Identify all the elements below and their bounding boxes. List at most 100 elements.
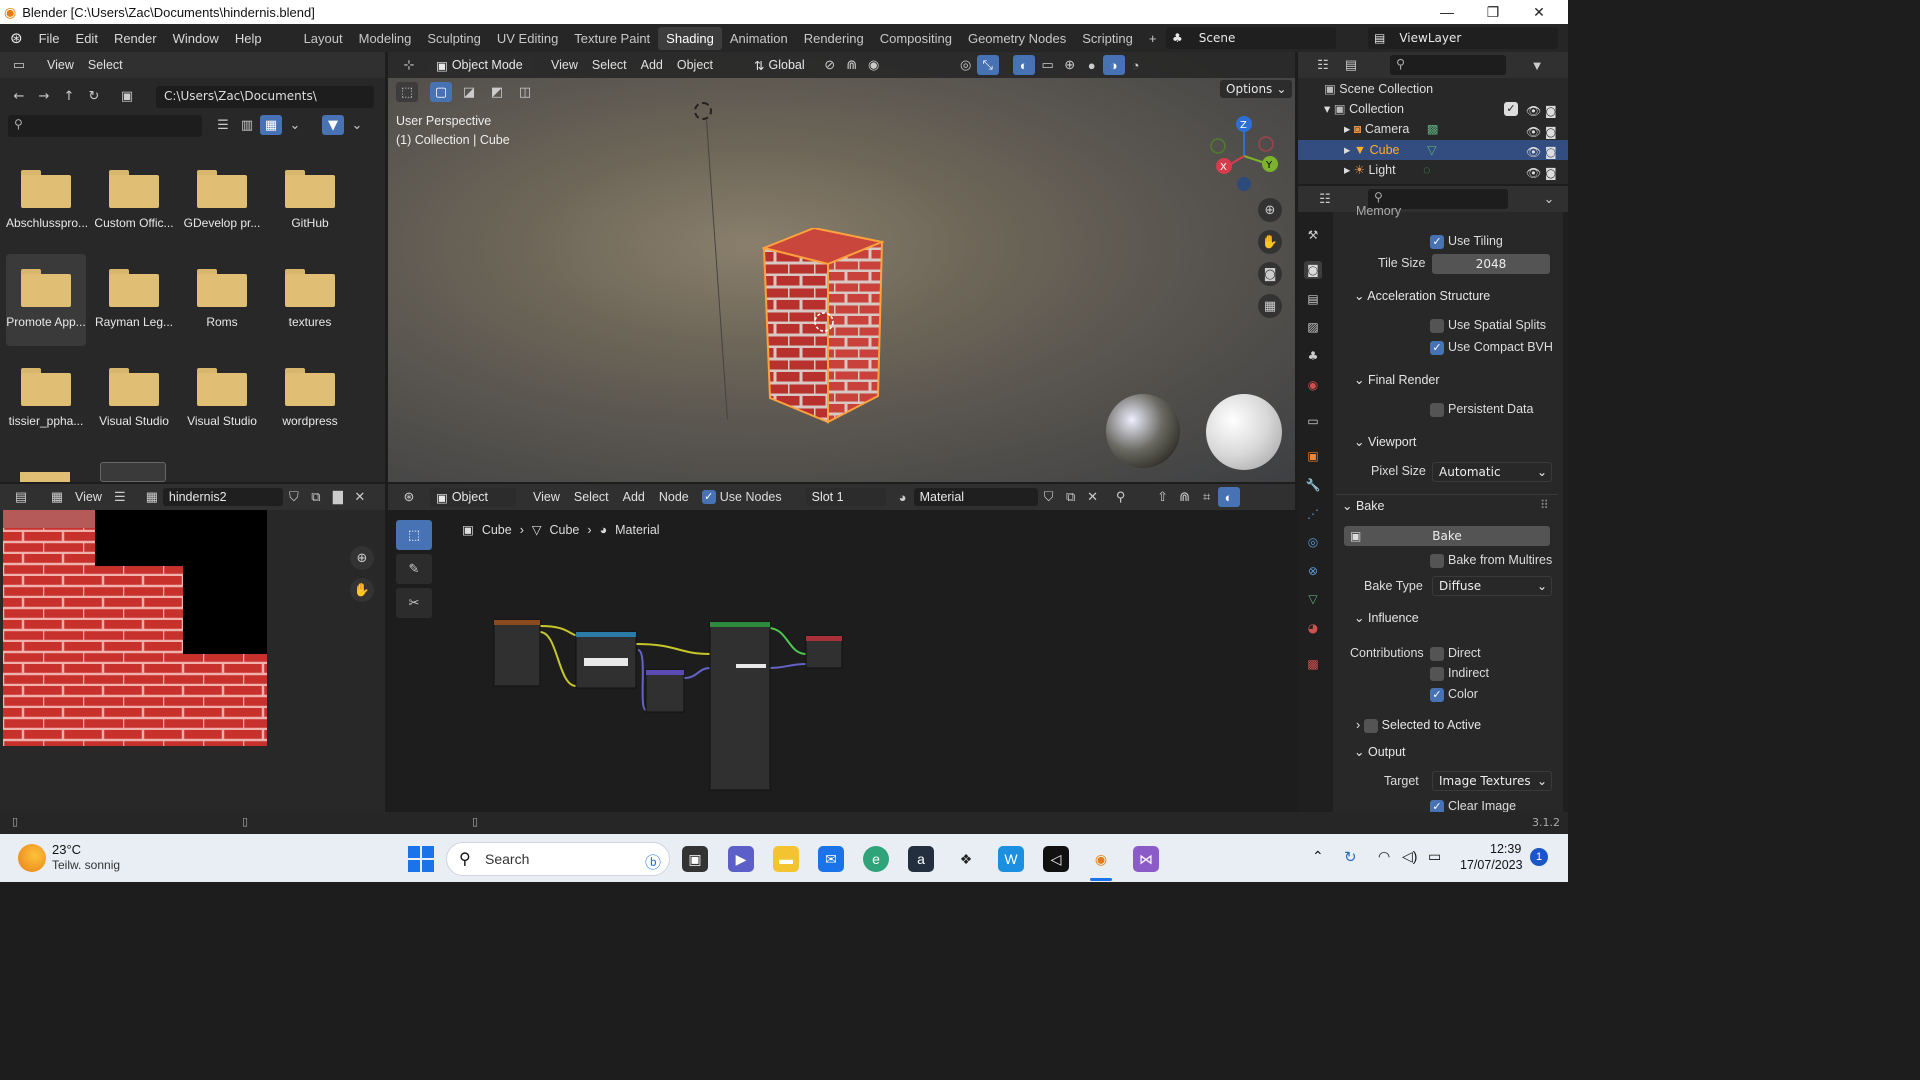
filter-icon[interactable]: ▼ bbox=[1526, 55, 1548, 75]
file-search-input[interactable]: ⚲ bbox=[8, 115, 202, 137]
folder-item[interactable]: Rayman Leg... bbox=[94, 269, 174, 329]
cube-object[interactable] bbox=[760, 226, 886, 424]
minimize-button[interactable]: — bbox=[1424, 0, 1470, 24]
baked-texture-image[interactable] bbox=[3, 510, 267, 746]
tab-layout[interactable]: Layout bbox=[296, 27, 351, 50]
back-arrow-icon[interactable]: ← bbox=[8, 86, 30, 106]
physics-tab-icon[interactable]: ◎ bbox=[1304, 533, 1322, 551]
outliner-search-input[interactable]: ⚲ bbox=[1390, 55, 1506, 75]
tab-animation[interactable]: Animation bbox=[722, 27, 796, 50]
shader-type-selector[interactable]: ▣ Object bbox=[430, 487, 516, 507]
outliner-row-light[interactable]: ▸ ☀ Light ◌ bbox=[1344, 162, 1431, 177]
target-dropdown[interactable]: Image Textures ⌄ bbox=[1432, 771, 1552, 791]
add-workspace-button[interactable]: + bbox=[1141, 27, 1165, 50]
folder-item[interactable]: textures bbox=[270, 269, 350, 329]
unlink-icon[interactable]: ✕ bbox=[1082, 487, 1104, 507]
snap-icon[interactable]: ⋒ bbox=[841, 55, 863, 75]
pixel-size-dropdown[interactable]: Automatic ⌄ bbox=[1432, 462, 1552, 482]
vp-menu-view[interactable]: View bbox=[544, 58, 585, 72]
modifier-tab-icon[interactable]: 🔧 bbox=[1304, 476, 1322, 494]
tab-shading[interactable]: Shading bbox=[658, 26, 722, 50]
eye-icon[interactable]: 👁 ◙ bbox=[1526, 122, 1557, 143]
snap-settings-icon[interactable]: ⌗ bbox=[1196, 487, 1218, 507]
annotate-tool-icon[interactable]: ✎ bbox=[396, 554, 432, 584]
duplicate-icon[interactable]: ⧉ bbox=[1060, 487, 1082, 507]
eye-icon[interactable]: 👁 ◙ bbox=[1526, 163, 1557, 184]
tab-compositing[interactable]: Compositing bbox=[872, 27, 960, 50]
select-tool-icon[interactable]: ⬚ bbox=[396, 82, 418, 102]
eye-icon[interactable]: 👁 ◙ bbox=[1526, 142, 1557, 163]
dropbox-icon[interactable]: ❖ bbox=[953, 846, 979, 872]
image-menu-view[interactable]: View bbox=[68, 490, 109, 504]
folder-item[interactable]: wordpress bbox=[270, 368, 350, 428]
proportional-edit-icon[interactable]: ◉ bbox=[863, 55, 885, 75]
editor-type-node-icon[interactable]: ⊛ bbox=[398, 487, 420, 507]
gizmo-toggle-icon[interactable]: ⤡ bbox=[976, 55, 999, 75]
outliner-row-scene-collection[interactable]: ▣ Scene Collection bbox=[1324, 81, 1433, 96]
menu-window[interactable]: Window bbox=[165, 31, 227, 46]
select-invert-icon[interactable]: ◫ bbox=[514, 82, 536, 102]
filter-icon[interactable]: ▼ bbox=[322, 115, 344, 135]
material-browse-icon[interactable]: ◕ bbox=[892, 487, 914, 507]
cut-links-tool-icon[interactable]: ✂ bbox=[396, 588, 432, 618]
zoom-icon[interactable]: ⊕ bbox=[350, 546, 374, 570]
overlay-toggle-icon[interactable]: ◐ bbox=[1217, 487, 1240, 507]
visibility-icon[interactable]: ◎ bbox=[955, 55, 977, 75]
file-explorer-icon[interactable]: ▬ bbox=[773, 846, 799, 872]
blender-menu-icon[interactable]: ⊛ bbox=[10, 29, 23, 47]
eye-icon[interactable]: 👁 ◙ bbox=[1526, 101, 1557, 122]
direct-checkbox[interactable]: Direct bbox=[1430, 646, 1652, 661]
bake-button[interactable]: ▣ Bake bbox=[1344, 526, 1550, 546]
folder-item[interactable]: Roms bbox=[182, 269, 262, 329]
pin-icon[interactable]: ⚲ bbox=[1110, 487, 1132, 507]
refresh-icon[interactable]: ↻ bbox=[83, 86, 105, 106]
xray-icon[interactable]: ▭ bbox=[1037, 55, 1059, 75]
bake-type-dropdown[interactable]: Diffuse ⌄ bbox=[1432, 576, 1552, 596]
parent-node-icon[interactable]: ⇧ bbox=[1152, 487, 1174, 507]
pivot-icon[interactable]: ⊘ bbox=[819, 55, 841, 75]
edge-icon[interactable]: e bbox=[863, 846, 889, 872]
open-image-icon[interactable]: ▇ bbox=[327, 487, 349, 507]
camera-view-icon[interactable]: ◙ bbox=[1258, 262, 1282, 286]
folder-item[interactable]: Custom Offic... bbox=[94, 170, 174, 230]
navigation-gizmo[interactable]: Z Y X bbox=[1210, 114, 1286, 194]
3d-viewport[interactable]: ⊹ ▣ Object Mode View Select Add Object ⇅… bbox=[388, 52, 1295, 482]
unlink-icon[interactable]: ✕ bbox=[349, 487, 371, 507]
display-mode-icon[interactable]: ▤ bbox=[1340, 55, 1362, 75]
shader-node-editor[interactable]: ⊛ ▣ Object View Select Add Node ✓ Use Node… bbox=[388, 484, 1295, 812]
word-pad-icon[interactable]: W bbox=[998, 846, 1024, 872]
scene-selector[interactable]: ♣ Scene bbox=[1166, 27, 1336, 49]
tab-uv-editing[interactable]: UV Editing bbox=[489, 27, 566, 50]
menu-render[interactable]: Render bbox=[106, 31, 165, 46]
mode-selector[interactable]: ▣ Object Mode bbox=[430, 55, 534, 75]
outliner-row-cube[interactable]: ▸ ▼ Cube ▽ bbox=[1344, 142, 1437, 157]
tab-texture-paint[interactable]: Texture Paint bbox=[566, 27, 658, 50]
view-layer-tab-icon[interactable]: ▨ bbox=[1304, 318, 1322, 336]
unity-icon[interactable]: ◁ bbox=[1043, 846, 1069, 872]
properties-editor-icon[interactable]: ☷ bbox=[1314, 189, 1336, 209]
node-menu-node[interactable]: Node bbox=[652, 490, 696, 504]
data-tab-icon[interactable]: ▽ bbox=[1304, 590, 1322, 608]
outliner-row-collection[interactable]: ▾ ▣ Collection bbox=[1324, 101, 1404, 116]
new-folder-icon[interactable]: ▣ bbox=[116, 86, 138, 106]
node-graph[interactable] bbox=[488, 614, 848, 794]
folder-item[interactable]: Abschlusspro... bbox=[6, 170, 88, 230]
pan-hand-icon[interactable]: ✋ bbox=[350, 578, 374, 602]
windows-start-icon[interactable] bbox=[408, 846, 434, 872]
material-tab-icon[interactable]: ◕ bbox=[1304, 619, 1322, 637]
menu-file[interactable]: File bbox=[31, 31, 68, 46]
breadcrumb-item[interactable]: Cube bbox=[482, 523, 512, 537]
new-image-icon[interactable]: ⧉ bbox=[305, 487, 327, 507]
folder-item[interactable]: Visual Studio bbox=[182, 368, 262, 428]
editor-type-folder-icon[interactable]: ▭ bbox=[8, 55, 30, 75]
mail-icon[interactable]: ✉ bbox=[818, 846, 844, 872]
solid-shading-icon[interactable]: ● bbox=[1081, 55, 1103, 75]
tool-tab-icon[interactable]: ⚒ bbox=[1304, 226, 1322, 244]
fake-user-icon[interactable]: ⛉ bbox=[1038, 487, 1060, 507]
tab-modeling[interactable]: Modeling bbox=[351, 27, 420, 50]
vertical-list-icon[interactable]: ☰ bbox=[212, 115, 234, 135]
vp-menu-add[interactable]: Add bbox=[634, 58, 670, 72]
visual-studio-icon[interactable]: ⋈ bbox=[1133, 846, 1159, 872]
fake-user-icon[interactable]: ⛉ bbox=[283, 487, 305, 507]
tab-scripting[interactable]: Scripting bbox=[1074, 27, 1141, 50]
